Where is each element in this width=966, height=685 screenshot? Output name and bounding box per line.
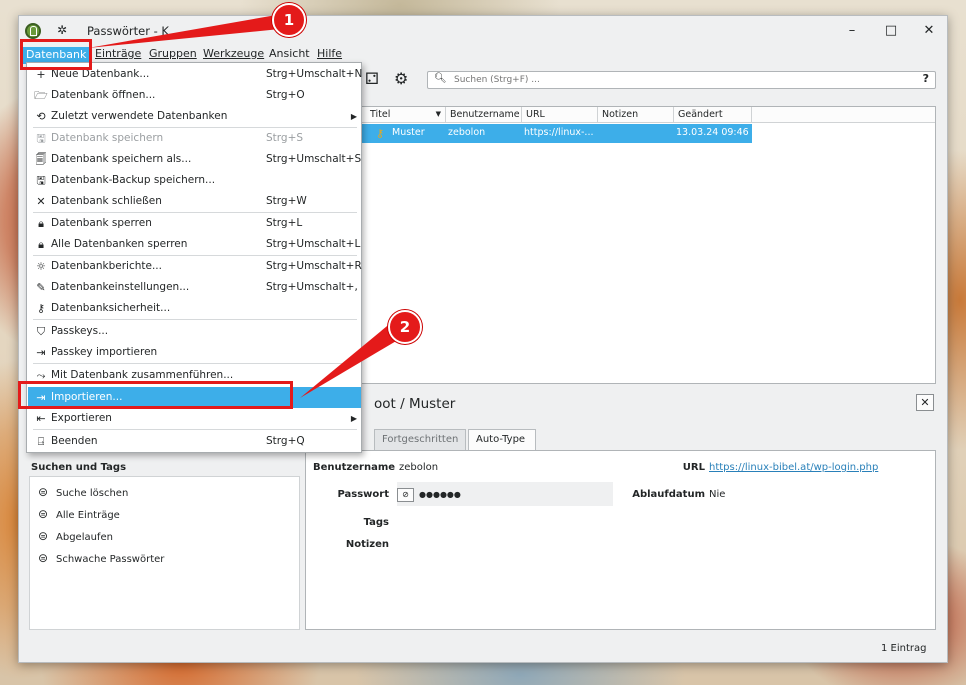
annotation-badge-2: 2	[388, 310, 422, 344]
arrow-1	[88, 14, 290, 48]
annotation-badge-1: 1	[272, 3, 306, 37]
annotation-arrows	[88, 14, 408, 398]
